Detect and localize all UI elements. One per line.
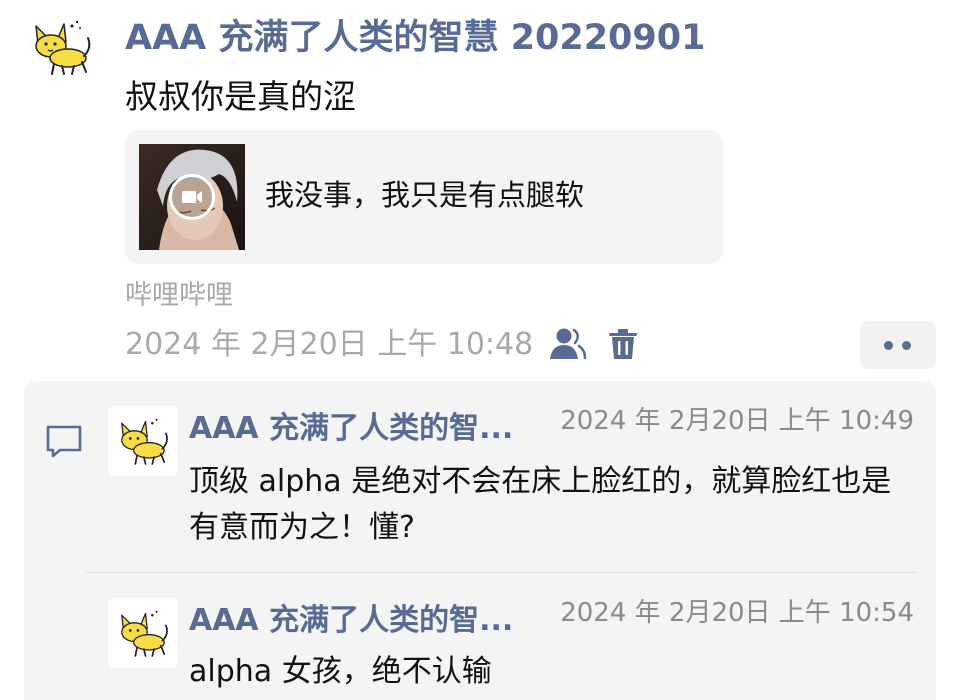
more-dots-icon bbox=[884, 341, 893, 350]
post-timestamp: 2024 年 2月20日 上午 10:48 bbox=[125, 327, 534, 362]
comment-time: 2024 年 2月20日 上午 10:54 bbox=[560, 598, 914, 628]
comment-text[interactable]: alpha 女孩，绝不认输 bbox=[189, 649, 919, 695]
comment-author-name[interactable]: AAA 充满了人类的智... bbox=[189, 409, 513, 449]
delete-icon[interactable] bbox=[605, 326, 641, 362]
comment-text[interactable]: 顶级 alpha 是绝对不会在床上脸红的，就算脸红也是有意而为之！懂? bbox=[189, 459, 919, 551]
cat-avatar-icon bbox=[121, 610, 168, 657]
cat-avatar-icon bbox=[35, 20, 91, 75]
visibility-icon[interactable] bbox=[548, 326, 588, 362]
post-text: 叔叔你是真的涩 bbox=[125, 77, 356, 116]
cat-avatar-icon bbox=[121, 418, 168, 465]
video-play-icon bbox=[169, 174, 215, 220]
comment-avatar[interactable] bbox=[108, 598, 178, 668]
comment-time: 2024 年 2月20日 上午 10:49 bbox=[560, 406, 914, 436]
comment-icon bbox=[44, 421, 84, 461]
comment-divider bbox=[86, 572, 916, 573]
author-avatar[interactable] bbox=[28, 14, 94, 80]
more-dots-icon bbox=[902, 341, 911, 350]
comment-author-name[interactable]: AAA 充满了人类的智... bbox=[189, 601, 513, 641]
comments-panel: AAA 充满了人类的智... 2024 年 2月20日 上午 10:49 顶级 … bbox=[24, 381, 936, 700]
video-thumbnail bbox=[139, 144, 245, 250]
shared-video-title: 我没事，我只是有点腿软 bbox=[265, 178, 585, 212]
comment-avatar[interactable] bbox=[108, 406, 178, 476]
post-author-name[interactable]: AAA 充满了人类的智慧 20220901 bbox=[125, 14, 705, 62]
more-options-button[interactable] bbox=[860, 321, 936, 369]
post-source-label[interactable]: 哔哩哔哩 bbox=[125, 277, 233, 315]
shared-video-card[interactable]: 我没事，我只是有点腿软 bbox=[125, 130, 723, 264]
moments-post-page: AAA 充满了人类的智慧 20220901 叔叔你是真的涩 我没事，我只是有点腿… bbox=[0, 0, 955, 700]
